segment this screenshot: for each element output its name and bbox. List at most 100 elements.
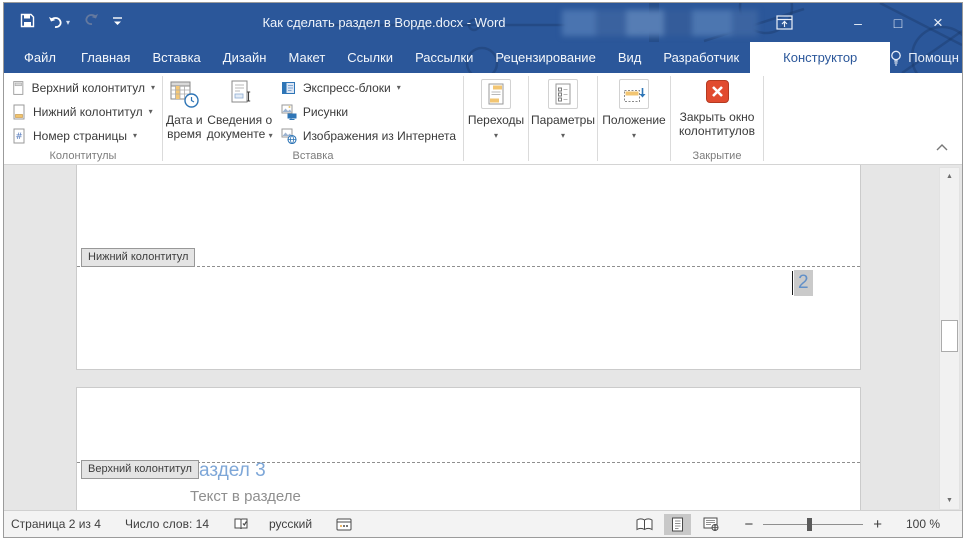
zoom-level[interactable]: 100 %	[894, 517, 940, 531]
header-button[interactable]: Верхний колонтитул ▾	[4, 76, 162, 100]
proofing-icon[interactable]	[233, 517, 249, 532]
date-time-button[interactable]: Дата ивремя	[163, 73, 206, 141]
pictures-button[interactable]: Рисунки	[274, 100, 463, 124]
page-number-button[interactable]: # Номер страницы ▾	[4, 124, 162, 148]
quick-parts-label: Экспресс-блоки	[303, 81, 391, 95]
position-icon	[619, 79, 649, 109]
window-title: Как сделать раздел в Ворде.docx - Word	[134, 3, 634, 42]
tab-references[interactable]: Ссылки	[336, 42, 404, 73]
page-number-icon: #	[11, 128, 27, 144]
header-button-label: Верхний колонтитул	[32, 81, 145, 95]
customize-qat-icon[interactable]	[112, 14, 123, 32]
group-header-footer: Верхний колонтитул ▾ Нижний колонтитул ▾…	[4, 73, 162, 164]
contextual-tab-title-blurred	[562, 10, 758, 36]
online-pictures-button[interactable]: Изображения из Интернета	[274, 124, 463, 148]
tab-file[interactable]: Файл	[10, 42, 70, 73]
tell-me-control[interactable]: Помощн	[890, 50, 959, 66]
group-close: Закрыть окноколонтитулов Закрытие	[671, 73, 763, 164]
pictures-label: Рисунки	[303, 105, 348, 119]
minimize-button[interactable]: –	[838, 3, 878, 42]
document-info-icon	[225, 79, 255, 109]
collapse-ribbon-button[interactable]	[936, 138, 948, 156]
web-layout-button[interactable]	[697, 514, 724, 535]
zoom-slider-handle[interactable]	[807, 518, 812, 531]
zoom-slider[interactable]	[763, 524, 863, 525]
web-layout-icon	[703, 517, 719, 531]
group-label-close: Закрытие	[671, 150, 763, 162]
tab-review[interactable]: Рецензирование	[484, 42, 606, 73]
scroll-up-button[interactable]: ▲	[940, 168, 959, 185]
document-page-2[interactable]: Нижний колонтитул 2	[76, 165, 861, 370]
date-time-icon	[169, 79, 199, 109]
zoom-out-button[interactable]: −	[740, 516, 757, 533]
document-page-3[interactable]: Верхний колонтитул Раздел 3 Текст в разд…	[76, 387, 861, 510]
insert-small-items: Экспресс-блоки ▾ Рисунки Изображения из …	[274, 73, 463, 148]
tab-design[interactable]: Дизайн	[212, 42, 278, 73]
tab-home[interactable]: Главная	[70, 42, 141, 73]
status-right: − + 100 %	[625, 514, 962, 535]
quick-access-toolbar: ▾	[20, 3, 123, 42]
close-header-footer-button[interactable]: Закрыть окноколонтитулов	[671, 73, 763, 138]
options-group-button[interactable]: Параметры ▾	[529, 73, 597, 164]
ribbon-separator	[763, 76, 764, 161]
online-pictures-icon	[281, 128, 297, 144]
language-indicator[interactable]: русский	[269, 517, 312, 531]
group-insert: Дата ивремя Сведения одокументе ▾ Экспре…	[163, 73, 463, 164]
close-header-footer-icon	[706, 80, 729, 106]
document-info-button[interactable]: Сведения одокументе ▾	[206, 73, 274, 141]
quick-parts-button[interactable]: Экспресс-блоки ▾	[274, 76, 463, 100]
document-info-label-line1: Сведения о	[207, 113, 272, 127]
options-label: Параметры	[531, 113, 595, 127]
tab-layout[interactable]: Макет	[277, 42, 336, 73]
minimize-icon: –	[854, 15, 862, 31]
print-layout-icon	[671, 517, 684, 532]
close-icon: ×	[933, 13, 943, 33]
tab-mailings[interactable]: Рассылки	[404, 42, 484, 73]
footer-button[interactable]: Нижний колонтитул ▾	[4, 100, 162, 124]
page-indicator[interactable]: Страница 2 из 4	[11, 517, 101, 531]
header-tag: Верхний колонтитул	[81, 460, 199, 479]
position-group-button[interactable]: Положение ▾	[598, 73, 670, 164]
close-header-footer-label-line2: колонтитулов	[679, 124, 755, 138]
footer-icon	[11, 104, 27, 120]
document-area: Нижний колонтитул 2 Верхний колонтитул Р…	[4, 165, 962, 510]
macro-icon[interactable]	[336, 518, 352, 531]
close-button[interactable]: ×	[918, 3, 958, 42]
zoom-in-button[interactable]: +	[869, 516, 886, 533]
tab-insert[interactable]: Вставка	[141, 42, 211, 73]
undo-dropdown-icon[interactable]: ▾	[66, 19, 70, 27]
word-window: ▾ Как сделать раздел в Ворде.docx - Word	[3, 2, 963, 538]
navigation-dropdown-icon: ▾	[494, 132, 498, 140]
page-number-field[interactable]: 2	[792, 270, 813, 296]
title-bar: ▾ Как сделать раздел в Ворде.docx - Word	[4, 3, 962, 42]
document-info-dropdown-icon: ▾	[269, 131, 273, 140]
undo-button[interactable]: ▾	[48, 16, 70, 30]
window-controls: – □ ×	[838, 3, 958, 42]
navigation-group-button[interactable]: Переходы ▾	[464, 73, 528, 164]
footer-tag: Нижний колонтитул	[81, 248, 195, 267]
status-bar: Страница 2 из 4 Число слов: 14 русский −	[4, 510, 962, 537]
tabbar-right-controls: Помощн	[890, 42, 968, 73]
options-dropdown-icon: ▾	[561, 132, 565, 140]
scroll-down-button[interactable]: ▼	[940, 492, 959, 509]
ribbon-display-options-icon[interactable]	[766, 3, 802, 42]
tell-me-label: Помощн	[908, 50, 959, 65]
print-layout-button[interactable]	[664, 514, 691, 535]
text-cursor	[792, 271, 793, 295]
redo-icon	[83, 13, 99, 32]
vertical-scrollbar[interactable]: ▲ ▼	[939, 167, 960, 510]
tab-header-footer-design-active[interactable]: Конструктор	[750, 42, 890, 73]
svg-text:#: #	[15, 132, 23, 142]
scroll-down-icon: ▼	[946, 497, 953, 504]
tab-developer[interactable]: Разработчик	[652, 42, 750, 73]
save-icon[interactable]	[20, 13, 35, 33]
scroll-up-icon: ▲	[946, 173, 953, 180]
tab-view[interactable]: Вид	[607, 42, 653, 73]
word-count[interactable]: Число слов: 14	[125, 517, 209, 531]
maximize-button[interactable]: □	[878, 3, 918, 42]
page-number-value: 2	[794, 270, 813, 296]
scrollbar-thumb[interactable]	[941, 320, 958, 352]
group-label-header-footer: Колонтитулы	[4, 150, 162, 162]
read-mode-button[interactable]	[631, 514, 658, 535]
maximize-icon: □	[894, 15, 902, 31]
